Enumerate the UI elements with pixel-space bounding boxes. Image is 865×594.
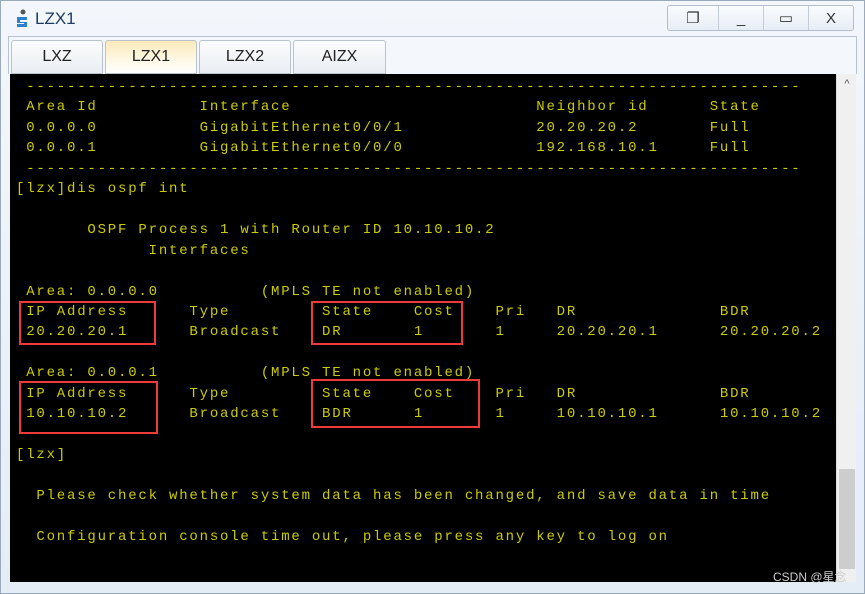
terminal-line: [lzx] <box>16 447 68 464</box>
maximize-button[interactable]: ▭ <box>763 6 808 30</box>
terminal-line: Area: 0.0.0.0 (MPLS TE not enabled) <box>16 283 476 300</box>
watermark: CSDN @星念 <box>773 570 847 584</box>
tab-bar: LXZ LZX1 LZX2 AIZX <box>8 36 857 74</box>
terminal-line: ----------------------------------------… <box>16 160 802 177</box>
highlight-box <box>19 301 156 345</box>
tab-lxz[interactable]: LXZ <box>11 40 103 74</box>
scrollbar-thumb[interactable] <box>839 469 855 569</box>
restore-button[interactable]: ❐ <box>668 6 718 30</box>
scrollbar[interactable]: ^ <box>836 74 856 582</box>
terminal-line: Please check whether system data has bee… <box>16 488 771 504</box>
tab-lzx1[interactable]: LZX1 <box>105 40 197 74</box>
terminal-line: Interfaces <box>16 242 251 259</box>
scroll-up-icon[interactable]: ^ <box>837 78 857 90</box>
app-icon <box>17 9 27 27</box>
terminal-output[interactable]: ----------------------------------------… <box>10 74 836 582</box>
close-button[interactable]: X <box>808 6 853 30</box>
terminal-line: [lzx]dis ospf int <box>16 181 190 198</box>
title-bar: LZX1 ❐ _ ▭ X <box>1 1 864 35</box>
highlight-box <box>311 379 480 428</box>
terminal-window: LZX1 ❐ _ ▭ X LXZ LZX1 LZX2 AIZX --------… <box>0 0 865 594</box>
highlight-box <box>19 381 158 434</box>
terminal-line: Configuration console time out, please p… <box>16 528 669 545</box>
tab-lzx2[interactable]: LZX2 <box>199 40 291 74</box>
window-title: LZX1 <box>35 9 76 28</box>
terminal-line: 0.0.0.1 GigabitEthernet0/0/0 192.168.10.… <box>16 140 751 157</box>
highlight-box <box>311 301 463 345</box>
terminal-line: OSPF Process 1 with Router ID 10.10.10.2 <box>16 222 496 239</box>
terminal-line: ----------------------------------------… <box>16 79 802 95</box>
minimize-button[interactable]: _ <box>718 6 763 30</box>
tab-aizx[interactable]: AIZX <box>293 40 386 74</box>
terminal-line: 0.0.0.0 GigabitEthernet0/0/1 20.20.20.2 … <box>16 119 751 136</box>
terminal-line: Area Id Interface Neighbor id State <box>16 99 761 116</box>
